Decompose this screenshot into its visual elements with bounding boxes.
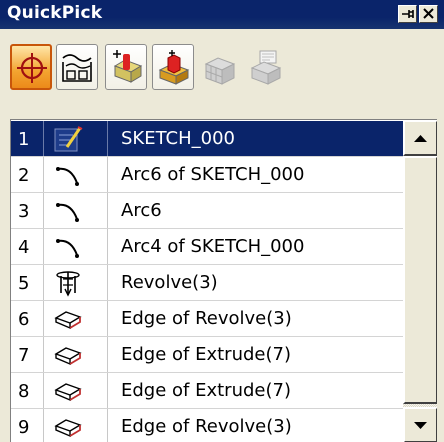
list-item[interactable]: 2 Arc6 of SKETCH_000: [11, 157, 403, 193]
edge-icon: [54, 383, 82, 402]
quickpick-window: QuickPick 1 SKETCH_000 2 Arc6 of SKETCH_…: [0, 0, 444, 442]
arc-icon: [56, 239, 79, 258]
revolve-icon: [56, 271, 80, 297]
vertical-scrollbar[interactable]: [403, 120, 437, 442]
item-label: Arc6: [121, 200, 162, 221]
scroll-thumb[interactable]: [403, 156, 437, 404]
close-icon: [423, 8, 434, 19]
edge-icon: [54, 311, 82, 330]
arc-icon: [56, 167, 79, 186]
plane-cube-icon: [250, 50, 282, 85]
item-label: Edge of Revolve(3): [121, 308, 292, 329]
solid-extrude-icon: [158, 50, 190, 85]
close-button[interactable]: [419, 5, 438, 23]
list-item[interactable]: 3 Arc6: [11, 193, 403, 229]
scroll-down-button[interactable]: [403, 407, 437, 442]
list-item[interactable]: 4 Arc4 of SKETCH_000: [11, 229, 403, 265]
solid-filter-button[interactable]: [198, 44, 240, 90]
list-item[interactable]: 7 Edge of Extrude(7): [11, 337, 403, 373]
item-label: Edge of Extrude(7): [121, 344, 291, 365]
list-item[interactable]: 1 SKETCH_000: [11, 121, 403, 157]
plane-filter-button[interactable]: [244, 44, 286, 90]
window-title: QuickPick: [7, 3, 103, 23]
filter-toolbar: [0, 29, 444, 112]
arrow-up-icon: [414, 135, 427, 142]
item-label: Revolve(3): [121, 272, 218, 293]
cube-grid-icon: [204, 57, 236, 85]
pin-icon: [402, 10, 414, 18]
item-label: Edge of Revolve(3): [121, 416, 292, 437]
arrow-down-icon: [414, 422, 427, 429]
face-filter-button[interactable]: [105, 44, 147, 90]
sketch-icon: [54, 126, 83, 152]
item-label: Edge of Extrude(7): [121, 380, 291, 401]
list-item[interactable]: 9 Edge of Revolve(3): [11, 409, 403, 442]
list-item[interactable]: 8 Edge of Extrude(7): [11, 373, 403, 409]
list-item[interactable]: 6 Edge of Revolve(3): [11, 301, 403, 337]
body-filter-button[interactable]: [152, 44, 194, 90]
curve-filter-button[interactable]: [56, 44, 98, 90]
pin-button[interactable]: [398, 5, 417, 23]
item-label: Arc6 of SKETCH_000: [121, 164, 305, 185]
crosshair-select-icon: [17, 53, 47, 83]
list-item[interactable]: 5 Revolve(3): [11, 265, 403, 301]
edge-icon: [54, 419, 82, 438]
face-point-icon: [113, 50, 143, 83]
item-label: SKETCH_000: [121, 128, 236, 149]
title-bar[interactable]: QuickPick: [0, 0, 444, 29]
curve-sketch-icon: [62, 54, 92, 82]
select-all-filter-button[interactable]: [10, 44, 52, 90]
arc-icon: [56, 203, 79, 222]
list-rows: 1 SKETCH_000 2 Arc6 of SKETCH_000 3 Arc6…: [11, 121, 403, 442]
selection-list[interactable]: 1 SKETCH_000 2 Arc6 of SKETCH_000 3 Arc6…: [10, 119, 437, 442]
edge-icon: [54, 347, 82, 366]
item-label: Arc4 of SKETCH_000: [121, 236, 305, 257]
scroll-up-button[interactable]: [403, 120, 437, 156]
